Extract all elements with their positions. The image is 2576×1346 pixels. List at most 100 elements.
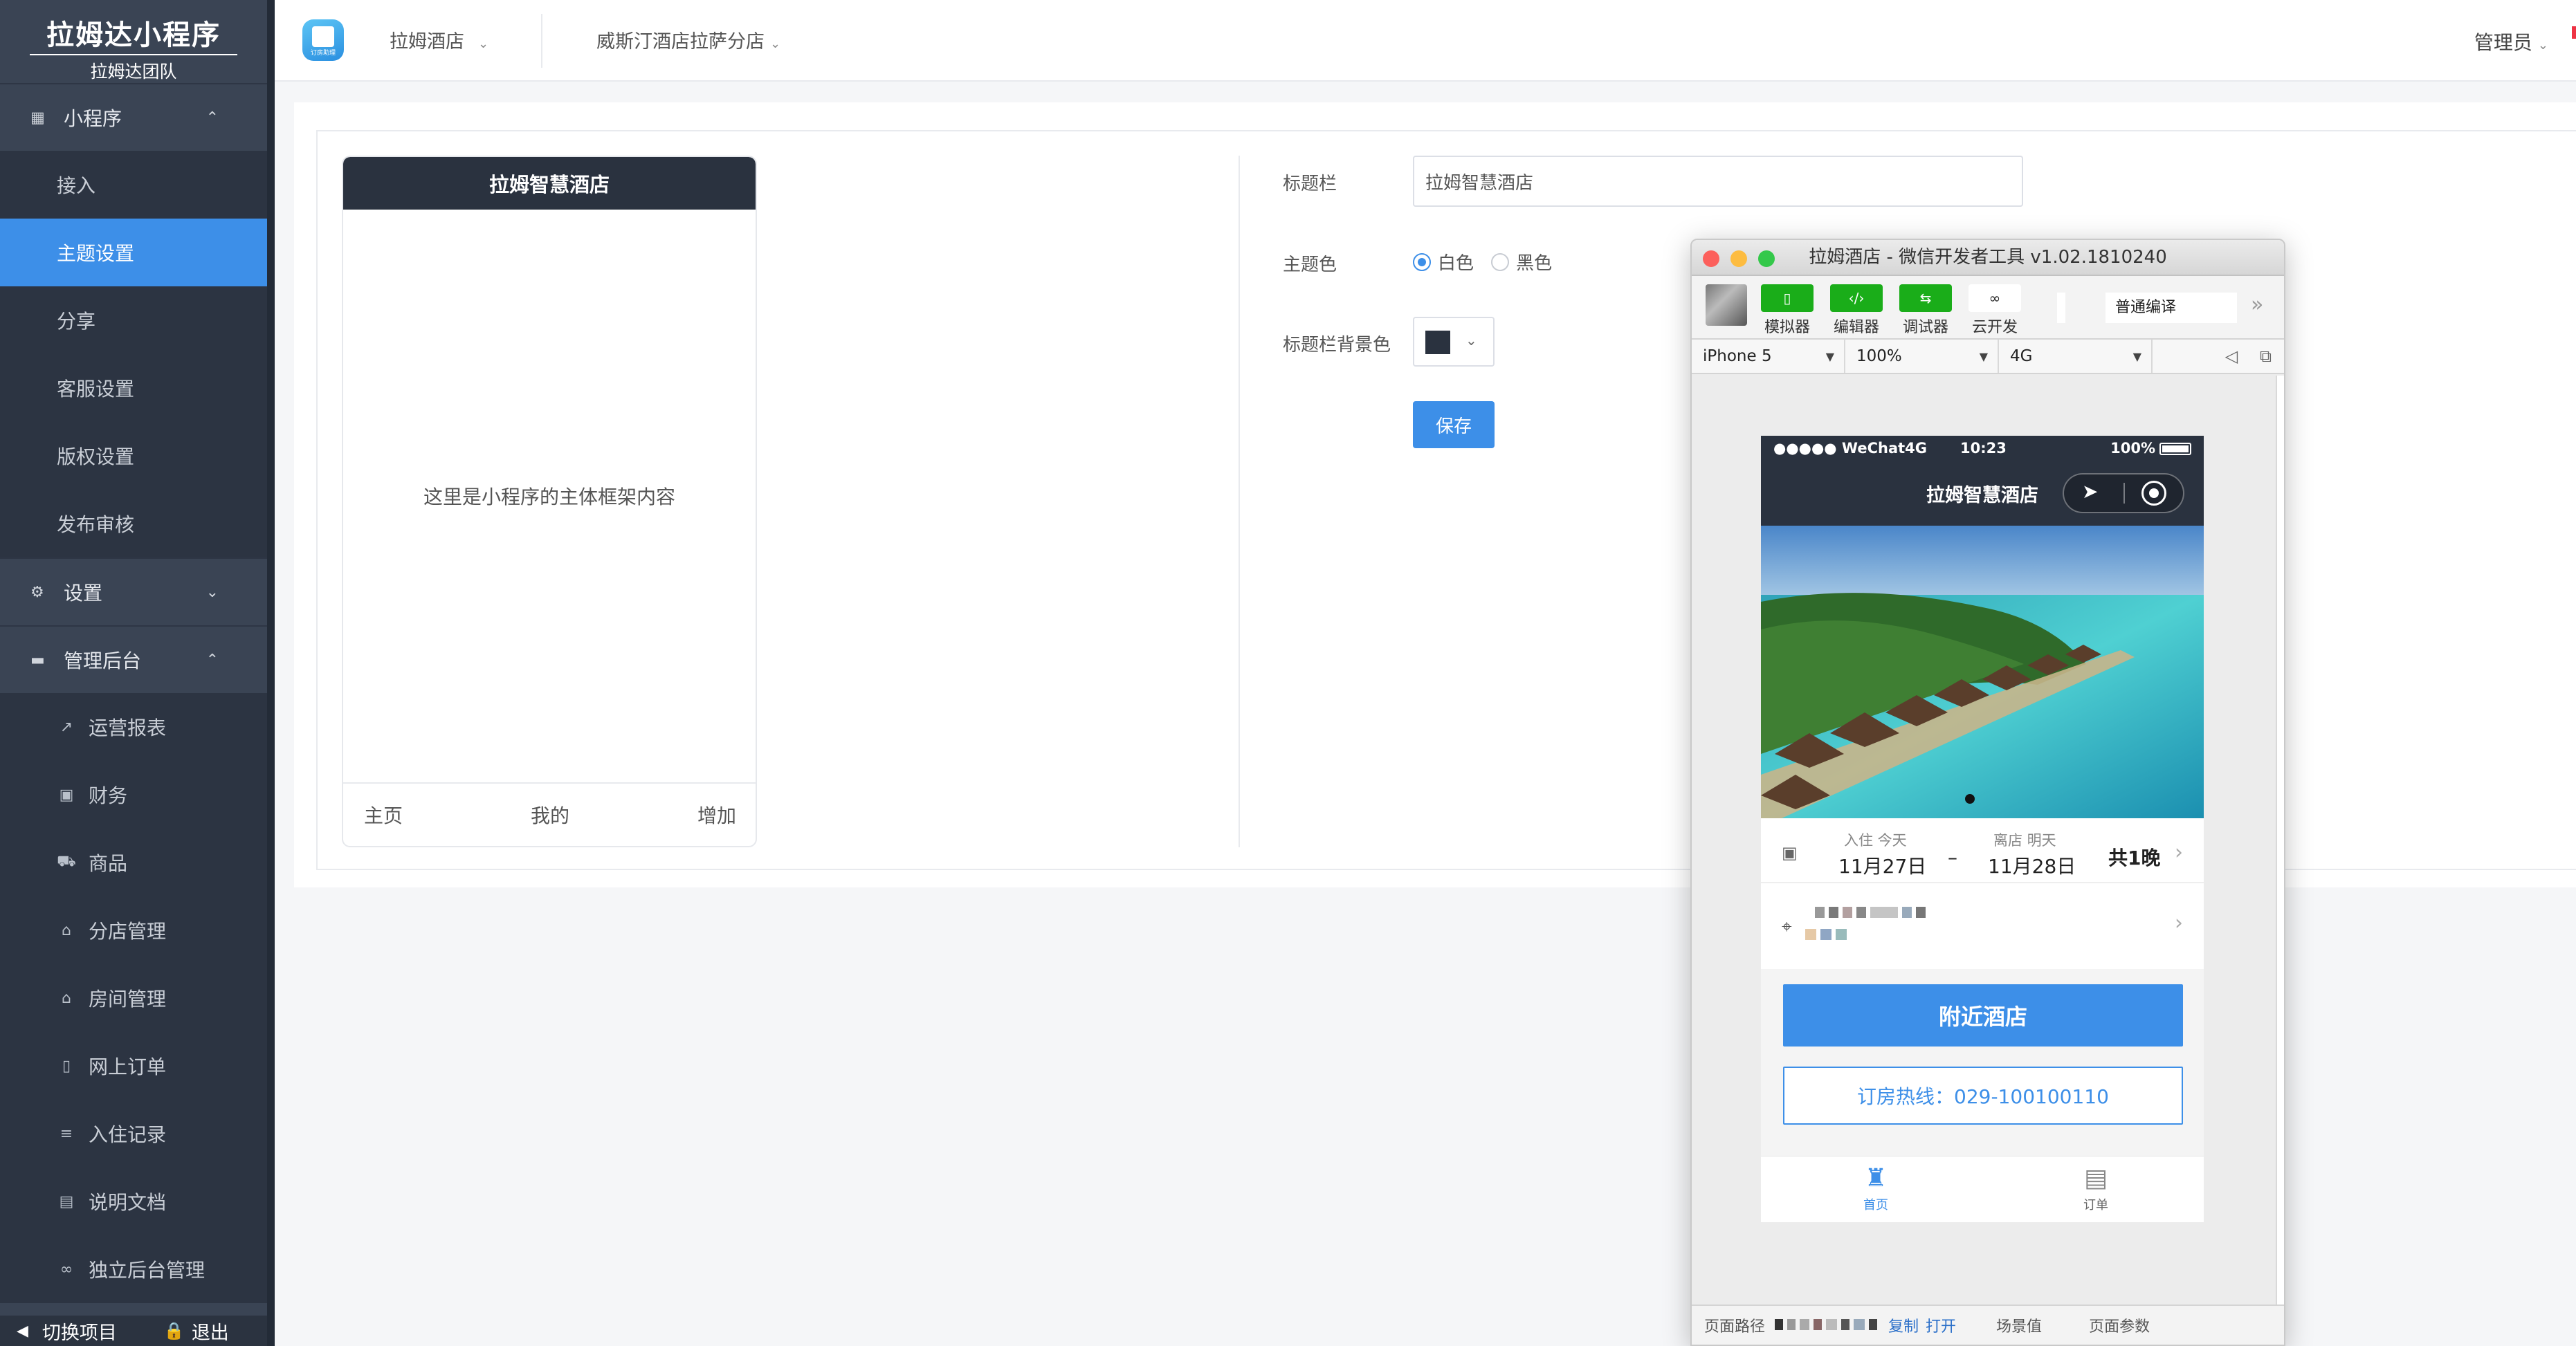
theme-radio-black[interactable]: 黑色: [1491, 249, 1552, 275]
branch-select[interactable]: 威斯汀酒店拉萨分店 ⌄: [596, 26, 780, 53]
app-logo: 订房助理: [302, 19, 344, 61]
preview-tab-add[interactable]: 增加: [697, 801, 736, 829]
sidebar-item-orders[interactable]: ▯ 网上订单: [0, 1032, 267, 1100]
title-bar-input[interactable]: [1413, 156, 2023, 207]
wechat-devtools-window: 拉姆酒店 - 微信开发者工具 v1.02.1810240 ▯ 模拟器 ‹/› 编…: [1690, 239, 2285, 1346]
title-bar-label: 标题栏: [1283, 174, 1337, 194]
sidebar-item-label: 说明文档: [89, 1191, 167, 1214]
radio-label: 白色: [1438, 253, 1474, 274]
house-outline-icon: ⌂: [62, 989, 71, 1007]
stay-dates[interactable]: ▣ 入住 今天 11月27日 – 离店 明天 11月28日 共1晚 ›: [1761, 818, 2204, 882]
chevron-down-icon: ⌄: [1465, 332, 1477, 349]
sidebar-item-rooms[interactable]: ⌂ 房间管理: [0, 964, 267, 1032]
phone-tab-bar: ♜ 首页 ▤ 订单: [1761, 1156, 2204, 1222]
cart-icon: ⛟: [57, 853, 76, 870]
close-window-icon[interactable]: [1703, 250, 1719, 267]
calendar-icon: ▣: [1782, 843, 1798, 863]
title-bg-color-picker[interactable]: ⌄: [1413, 317, 1495, 367]
clipboard-icon: ▤: [2083, 1164, 2108, 1192]
device-select[interactable]: iPhone 5 ▼: [1692, 340, 1845, 373]
switch-project-button[interactable]: ◀ 切换项目: [17, 1318, 117, 1345]
save-button[interactable]: 保存: [1413, 401, 1495, 448]
blurred-page-path: [1775, 1317, 1881, 1334]
miniprogram-capsule: ➤: [2063, 473, 2184, 513]
banner-carousel[interactable]: [1761, 526, 2204, 818]
hotel-select[interactable]: 拉姆酒店 ⌄: [390, 26, 488, 53]
cloud-dev-tool[interactable]: ∞ 云开发: [1967, 284, 2022, 337]
code-icon: ‹/›: [1830, 284, 1883, 312]
preview-tab-mine[interactable]: 我的: [531, 801, 569, 829]
sidebar-item-label: 商品: [89, 852, 128, 875]
sidebar-item-share[interactable]: 分享: [0, 286, 267, 354]
sidebar-item-finance[interactable]: ▣ 财务: [0, 761, 267, 829]
link-icon: ∞: [60, 1260, 73, 1278]
nearby-hotels-button[interactable]: 附近酒店: [1783, 984, 2183, 1047]
tool-label: 云开发: [1971, 319, 2018, 336]
notification-marker: [2572, 26, 2576, 39]
network-select[interactable]: 4G ▼: [1999, 340, 2153, 373]
detach-window-icon[interactable]: ⧉: [2260, 347, 2272, 366]
sidebar-item-service[interactable]: 客服设置: [0, 354, 267, 422]
theme-radio-white[interactable]: 白色: [1413, 249, 1474, 275]
sidebar-item-publish[interactable]: 发布审核: [0, 490, 267, 557]
logout-button[interactable]: 🔒 退出: [164, 1318, 229, 1345]
mobile-icon: ▯: [62, 1057, 71, 1075]
compile-mode-select[interactable]: 普通编译: [2105, 293, 2237, 323]
date-dash: –: [1948, 846, 1957, 869]
clock-text: 10:23: [1960, 440, 2007, 457]
tab-home[interactable]: ♜ 首页: [1851, 1162, 1901, 1213]
more-tools-icon[interactable]: »: [2251, 293, 2263, 317]
chevron-down-icon: ⌄: [478, 37, 489, 51]
chevron-down-icon: ▼: [1825, 349, 1834, 363]
sidebar-item-label: 房间管理: [89, 988, 167, 1011]
copy-path-button[interactable]: 复制: [1888, 1314, 1919, 1336]
home-building-icon: ♜: [1864, 1164, 1888, 1192]
sidebar-item-access[interactable]: 接入: [0, 151, 267, 219]
preview-tab-home[interactable]: 主页: [364, 801, 403, 829]
user-menu[interactable]: 管理员 ⌄: [2474, 28, 2548, 55]
capsule-divider: [2123, 483, 2125, 504]
open-path-button[interactable]: 打开: [1926, 1314, 1956, 1336]
simulator-tool[interactable]: ▯ 模拟器: [1760, 284, 1815, 337]
sidebar-item-checkins[interactable]: ≡ 入住记录: [0, 1100, 267, 1168]
sidebar-group-settings[interactable]: ⚙ 设置 ⌄: [0, 557, 267, 625]
scene-value-button[interactable]: 场景值: [1996, 1314, 2042, 1336]
title-underline: [30, 54, 237, 55]
chevron-up-icon: ⌃: [205, 651, 219, 669]
sidebar-item-theme[interactable]: 主题设置: [0, 219, 267, 286]
sidebar-item-standalone[interactable]: ∞ 独立后台管理: [0, 1235, 267, 1303]
zoom-select[interactable]: 100% ▼: [1845, 340, 1999, 373]
avatar[interactable]: [1706, 284, 1747, 326]
sidebar-item-reports[interactable]: ↗ 运营报表: [0, 693, 267, 761]
chevron-up-icon: ⌃: [205, 109, 219, 127]
mute-icon[interactable]: ◁: [2225, 347, 2238, 366]
top-bar: 订房助理 拉姆酒店 ⌄ 威斯汀酒店拉萨分店 ⌄ 管理员 ⌄: [275, 0, 2576, 82]
sidebar-item-label: 发布审核: [57, 513, 135, 536]
hotel-address-row[interactable]: ⌖ ›: [1761, 882, 2204, 969]
close-capsule-icon[interactable]: [2141, 481, 2166, 506]
location-arrow-icon[interactable]: ➤: [2082, 480, 2098, 503]
sidebar: 拉姆达小程序 拉姆达团队 ▦ 小程序 ⌃ 接入 主题设置 分享 客服设置 版权设…: [0, 0, 267, 1346]
devtools-status-bar: 页面路径 复制 打开 场景值 页面参数: [1692, 1304, 2284, 1345]
sidebar-item-branches[interactable]: ⌂ 分店管理: [0, 896, 267, 964]
hotline-button[interactable]: 订房热线：029-100100110: [1783, 1067, 2183, 1125]
blurred-address: [1815, 907, 1930, 921]
page-params-button[interactable]: 页面参数: [2089, 1314, 2150, 1336]
sidebar-item-products[interactable]: ⛟ 商品: [0, 829, 267, 896]
editor-tool[interactable]: ‹/› 编辑器: [1829, 284, 1884, 337]
battery-text: 100%: [2110, 440, 2155, 457]
switch-project-label: 切换项目: [42, 1322, 117, 1344]
sidebar-item-docs[interactable]: ▤ 说明文档: [0, 1168, 267, 1235]
tab-orders[interactable]: ▤ 订单: [2071, 1162, 2121, 1213]
sidebar-group-admin[interactable]: ▬ 管理后台 ⌃: [0, 625, 267, 693]
sidebar-group-miniprogram[interactable]: ▦ 小程序 ⌃: [0, 83, 267, 151]
minimize-window-icon[interactable]: [1730, 250, 1747, 267]
branch-select-value: 威斯汀酒店拉萨分店: [596, 31, 765, 53]
chevron-right-icon: ›: [2175, 840, 2183, 865]
group-label: 小程序: [64, 107, 122, 130]
maximize-window-icon[interactable]: [1758, 250, 1775, 267]
sidebar-item-copyright[interactable]: 版权设置: [0, 422, 267, 490]
debugger-tool[interactable]: ⇆ 调试器: [1898, 284, 1953, 337]
radio-label: 黑色: [1516, 253, 1553, 274]
hotel-select-value: 拉姆酒店: [390, 31, 464, 53]
